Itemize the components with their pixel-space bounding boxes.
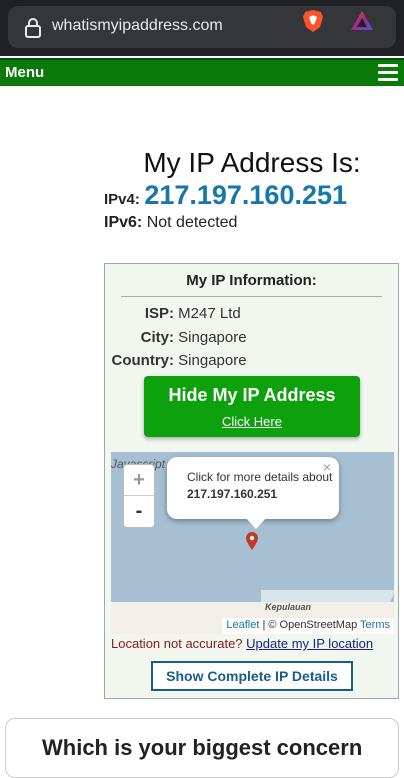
info-key: ISP: (144, 305, 174, 322)
hide-button-link[interactable]: Click Here (144, 414, 360, 429)
osm-attribution: | © OpenStreetMap (262, 619, 358, 631)
map-popup[interactable]: × Click for more details about 217.197.1… (167, 457, 339, 529)
hamburger-icon[interactable] (378, 64, 398, 82)
map-attribution: Leaflet | © OpenStreetMap Terms (222, 618, 394, 634)
show-details-button[interactable]: Show Complete IP Details (151, 661, 353, 691)
info-key: Country: (111, 352, 175, 369)
zoom-out-button[interactable]: - (124, 496, 154, 527)
location-question: Location not accurate? (111, 636, 243, 651)
info-value: Singapore (178, 329, 247, 346)
browser-toolbar: whatismyipaddress.com (0, 0, 404, 56)
info-key: City: (140, 329, 174, 346)
ipv6-label: IPv6: (104, 214, 143, 231)
info-value: Singapore (178, 352, 247, 369)
location-map[interactable]: Javascript disabled ... not available. K… (111, 452, 394, 634)
address-bar[interactable]: whatismyipaddress.com (8, 6, 396, 48)
map-marker-icon[interactable] (246, 532, 258, 550)
ipv6-value: Not detected (146, 214, 238, 231)
survey-heading: Which is your biggest concern (42, 735, 363, 760)
brave-shield-icon[interactable] (302, 9, 324, 33)
ipv4-value[interactable]: 217.197.160.251 (144, 180, 347, 210)
info-row-country: Country: Singapore (109, 352, 247, 369)
popup-tip (245, 517, 267, 529)
leaflet-link[interactable]: Leaflet (226, 619, 259, 631)
info-row-isp: ISP: M247 Ltd (109, 305, 241, 322)
hide-button-title[interactable]: Hide My IP Address (144, 376, 360, 406)
page-title: My IP Address Is: (143, 147, 361, 178)
popup-text[interactable]: Click for more details about 217.197.160… (187, 469, 332, 503)
hide-my-ip-button[interactable]: Hide My IP Address Click Here (144, 376, 360, 437)
terms-link[interactable]: Terms (360, 619, 390, 631)
info-value: M247 Ltd (178, 305, 241, 322)
popup-ip: 217.197.160.251 (187, 487, 278, 501)
ip-information-box: My IP Information: ISP: M247 Ltd City: S… (104, 263, 399, 699)
ipv6-row: IPv6: Not detected (104, 214, 237, 232)
brave-rewards-icon[interactable] (350, 9, 374, 33)
zoom-in-button[interactable]: + (124, 465, 154, 496)
ipv4-row: IPv4: 217.197.160.251 (104, 180, 347, 211)
location-accuracy-row: Location not accurate? Update my IP loca… (111, 636, 373, 651)
info-title: My IP Information: (186, 272, 317, 289)
update-location-link[interactable]: Update my IP location (246, 636, 373, 651)
site-nav-bar: Menu (0, 58, 404, 86)
divider (121, 296, 382, 297)
info-row-city: City: Singapore (109, 329, 247, 346)
survey-card: Which is your biggest concern (5, 718, 399, 778)
url-text[interactable]: whatismyipaddress.com (52, 17, 223, 35)
zoom-control: + - (123, 464, 155, 528)
popup-message: Click for more details about (187, 470, 333, 484)
lock-icon[interactable] (24, 18, 42, 38)
ipv4-label: IPv4: (104, 191, 140, 208)
map-place-label: Kepulauan (265, 602, 312, 612)
menu-link[interactable]: Menu (5, 64, 44, 81)
